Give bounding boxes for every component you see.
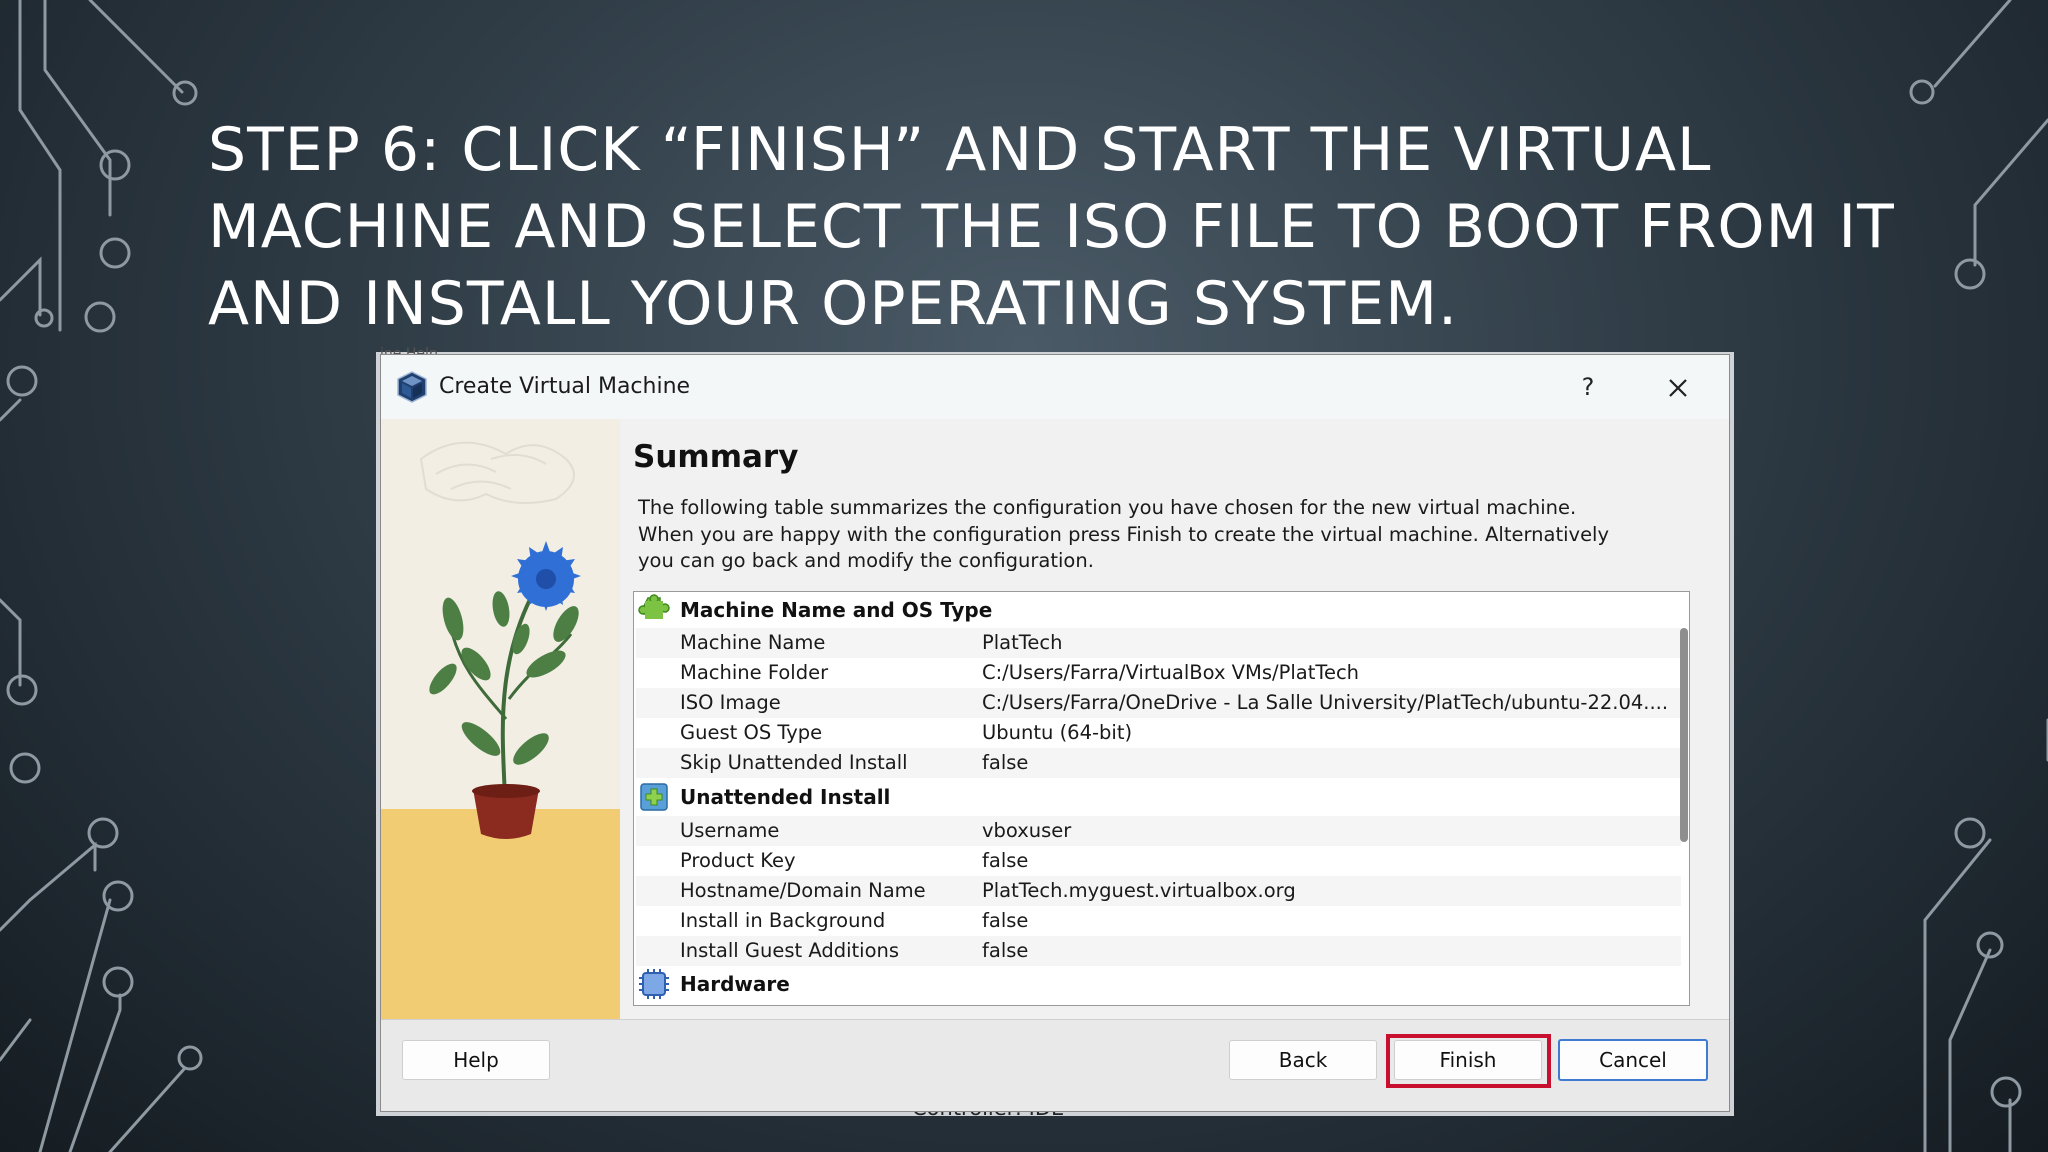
row-key: ISO Image	[680, 691, 781, 714]
row-key: Username	[680, 819, 780, 842]
summary-heading: Summary	[633, 439, 799, 475]
row-key: Install in Background	[680, 909, 886, 932]
row-value: C:/Users/Farra/VirtualBox VMs/PlatTech	[982, 661, 1360, 684]
section-title: Hardware	[680, 972, 790, 996]
hardware-chip-icon	[639, 969, 669, 999]
help-question-icon[interactable]: ?	[1570, 369, 1606, 405]
summary-table[interactable]: Machine Name and OS Type Machine Name Pl…	[633, 591, 1690, 1006]
table-scrollbar[interactable]	[1680, 628, 1688, 842]
close-icon[interactable]	[1660, 370, 1696, 406]
dialog-button-bar: Help Back Finish Cancel	[381, 1019, 1729, 1111]
back-button[interactable]: Back	[1229, 1040, 1377, 1080]
table-row: Install in Background false	[636, 906, 1681, 936]
row-key: Install Guest Additions	[680, 939, 900, 962]
row-value: Ubuntu (64-bit)	[982, 721, 1133, 744]
row-value: vboxuser	[982, 819, 1072, 842]
table-row: Product Key false	[636, 846, 1681, 876]
unattended-install-icon	[640, 783, 668, 811]
table-row: Skip Unattended Install false	[636, 748, 1681, 778]
description-line: you can go back and modify the configura…	[638, 549, 1094, 572]
row-value: PlatTech.myguest.virtualbox.org	[982, 879, 1296, 902]
dialog-title: Create Virtual Machine	[439, 374, 691, 399]
table-row: Username vboxuser	[636, 816, 1681, 846]
row-value: false	[982, 751, 1029, 774]
table-row: Machine Name PlatTech	[636, 628, 1681, 658]
table-row: Hostname/Domain Name PlatTech.myguest.vi…	[636, 876, 1681, 906]
row-key: Machine Folder	[680, 661, 829, 684]
row-key: Machine Name	[680, 631, 826, 654]
row-key: Skip Unattended Install	[680, 751, 908, 774]
create-vm-dialog: Create Virtual Machine ? Summary The fol…	[380, 354, 1730, 1112]
section-title: Machine Name and OS Type	[680, 598, 993, 622]
row-key: Product Key	[680, 849, 796, 872]
finish-button[interactable]: Finish	[1394, 1040, 1542, 1080]
table-row: ISO Image C:/Users/Farra/OneDrive - La S…	[636, 688, 1681, 718]
row-value: PlatTech	[982, 631, 1063, 654]
slide-title-line: AND INSTALL YOUR OPERATING SYSTEM.	[208, 269, 1459, 339]
row-value: false	[982, 909, 1029, 932]
virtualbox-icon	[397, 371, 427, 403]
puzzle-green-icon	[638, 594, 670, 619]
description-line: The following table summarizes the confi…	[638, 496, 1577, 519]
slide-title-line: MACHINE AND SELECT THE ISO FILE TO BOOT …	[208, 192, 1895, 262]
wizard-flower-illustration	[381, 419, 620, 1019]
slide-title: STEP 6: CLICK “FINISH” AND START THE VIR…	[208, 112, 1895, 343]
section-title: Unattended Install	[680, 785, 891, 809]
table-row: Install Guest Additions false	[636, 936, 1681, 966]
dialog-titlebar: Create Virtual Machine ?	[381, 355, 1729, 419]
row-value: C:/Users/Farra/OneDrive - La Salle Unive…	[982, 691, 1669, 714]
table-row: Guest OS Type Ubuntu (64-bit)	[636, 718, 1681, 748]
row-value: false	[982, 939, 1029, 962]
help-button[interactable]: Help	[402, 1040, 550, 1080]
row-value: false	[982, 849, 1029, 872]
slide-title-line: STEP 6: CLICK “FINISH” AND START THE VIR…	[208, 115, 1712, 185]
row-key: Hostname/Domain Name	[680, 879, 926, 902]
table-row: Machine Folder C:/Users/Farra/VirtualBox…	[636, 658, 1681, 688]
description-line: When you are happy with the configuratio…	[638, 522, 1610, 546]
row-key: Guest OS Type	[680, 721, 823, 744]
summary-description: The following table summarizes the confi…	[638, 495, 1658, 575]
cancel-button[interactable]: Cancel	[1558, 1039, 1708, 1081]
